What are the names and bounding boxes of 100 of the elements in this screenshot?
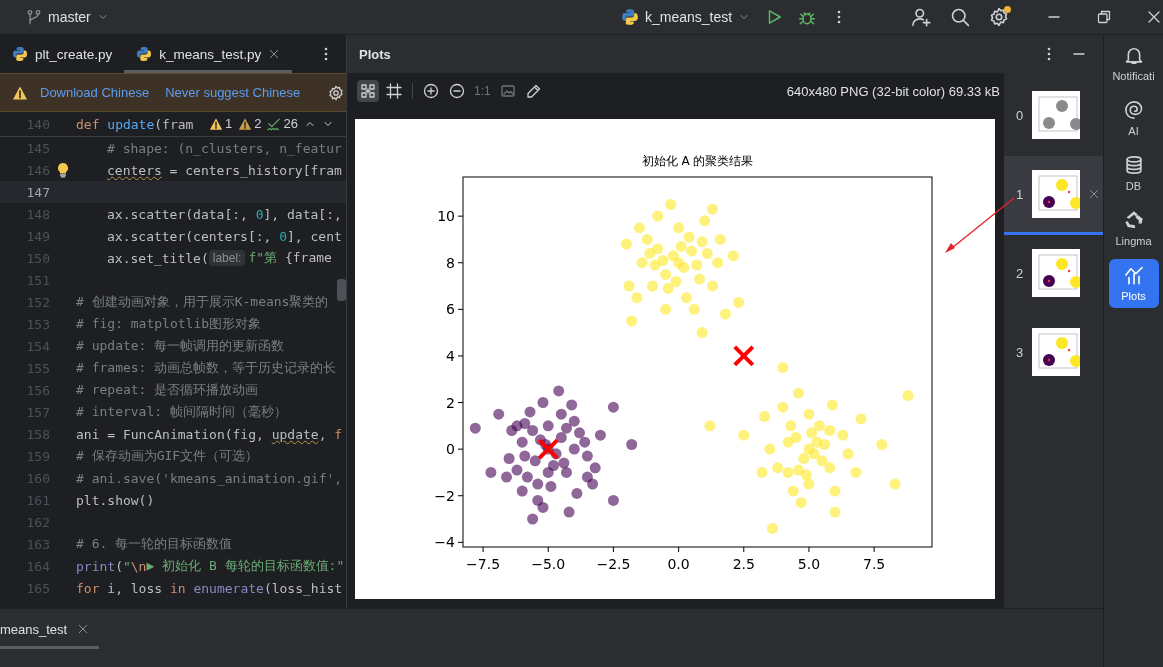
data-point [673,222,685,234]
data-point [607,494,619,506]
data-point [537,397,549,408]
data-point [902,390,914,402]
warning-icon[interactable] [238,116,253,131]
data-point [521,471,533,483]
python-icon [12,46,28,62]
zoom-out-icon [449,83,465,99]
data-point [764,443,776,455]
data-point [855,413,867,425]
run-config-selector[interactable]: k_means_test [621,8,751,26]
data-point [568,443,580,455]
data-point [793,387,804,399]
tool-window-button[interactable]: Notificati [1108,39,1159,88]
data-point [683,231,695,243]
close-icon[interactable] [77,623,90,635]
data-point [532,478,544,490]
data-point [704,420,716,432]
data-point [532,494,544,506]
add-user-icon[interactable] [911,7,931,27]
data-point [571,487,583,499]
tool-window-button[interactable]: Plots [1108,259,1159,308]
notification-link[interactable]: Download Chinese [40,85,150,100]
tool-window-button[interactable]: Lingma [1108,204,1159,253]
data-point [649,259,661,271]
code-line: def update(fram [76,116,194,132]
branch-icon [26,9,42,25]
code-line: # fig: matplotlib图形对象 [76,315,262,333]
warning-icon[interactable] [209,116,223,131]
eyedropper-icon [525,83,542,99]
check-icon[interactable] [267,116,282,131]
data-point [555,408,567,420]
data-point [540,439,552,450]
image-info: 640x480 PNG (32-bit color) 69.33 kB [786,83,1000,99]
code-line: ani = FuncAnimation(fig, update, f [76,426,343,442]
data-point [889,478,901,490]
data-point [519,450,531,462]
issue-count[interactable]: 2 [254,116,262,131]
settings-icon[interactable] [989,7,1009,27]
data-point [537,501,549,513]
issue-count[interactable]: 1 [225,116,233,131]
data-point [641,233,653,245]
data-point [803,408,815,420]
tick-label: 0 [446,441,455,458]
tool-window-button[interactable]: DB [1108,149,1159,198]
data-point [631,292,643,304]
run-tab[interactable]: means_test [0,609,100,649]
search-icon[interactable] [950,7,970,27]
settings-icon[interactable] [328,84,345,101]
data-point [720,308,731,320]
thumbnail-item[interactable]: 1 [1004,156,1103,235]
data-point [670,275,682,287]
issue-count[interactable]: 26 [283,116,298,131]
inlay-hint: label: [208,250,246,266]
data-point [636,257,648,269]
data-point [563,506,575,518]
data-point [579,436,591,448]
thumbnail-item[interactable]: 2 [1004,235,1103,314]
lightbulb-icon[interactable] [55,162,71,178]
data-point [660,303,672,315]
thumbnail-item[interactable]: 3 [1004,314,1103,393]
python-icon [136,46,153,62]
data-point [824,462,836,474]
data-point [558,457,570,469]
data-point [691,259,703,271]
data-point [806,427,818,439]
tool-window-button[interactable]: AI [1108,94,1159,143]
code-line: print("\n▶ 初始化 B 每轮的目标函数值:" [76,557,345,575]
code-text: ax.set_title( [107,250,209,266]
thumbnail-item[interactable]: 0 [1004,77,1103,156]
data-point [594,429,606,441]
data-point [519,418,531,429]
editor-tab[interactable]: plt_create.py [0,35,125,73]
data-point [652,243,664,255]
data-point [662,282,674,294]
data-point [694,273,705,285]
close-icon[interactable] [1146,9,1162,25]
data-point [524,406,536,418]
center-marker [732,344,755,367]
grid-button[interactable] [357,80,379,102]
crop-button[interactable] [383,80,405,102]
branch-selector[interactable]: master [48,9,109,25]
data-point [469,422,481,434]
data-point [644,247,656,259]
notification-link[interactable]: Never suggest Chinese [165,85,301,100]
data-point [686,245,698,257]
code-line: ax.scatter(data[:, 0], data[:, [107,206,342,222]
restore-icon[interactable] [1096,9,1112,25]
code-line: for i, loss in enumerate(loss_hist [76,580,343,596]
tick-label: 8 [446,254,455,271]
zoom-in-icon [423,83,439,99]
data-point [675,240,687,252]
tick-label: −5.0 [531,556,566,572]
scrollbar-thumb[interactable] [337,279,346,301]
data-point [589,462,601,474]
close-icon[interactable] [268,48,281,60]
data-point [568,415,580,427]
code-line: ax.scatter(centers[:, 0], cent [107,228,342,244]
data-point [707,203,718,215]
code-line: plt.show() [76,492,155,508]
